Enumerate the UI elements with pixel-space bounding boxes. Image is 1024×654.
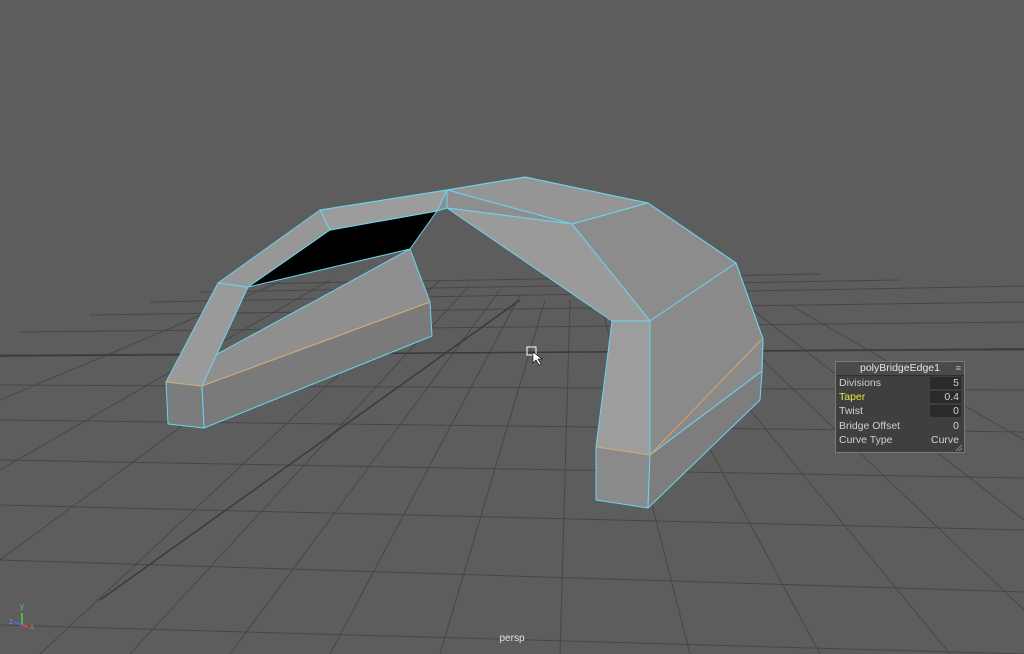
resize-handle-icon[interactable] (956, 445, 962, 451)
attr-row-divisions[interactable]: Divisions 5 (836, 376, 964, 390)
attr-label: Taper (839, 391, 866, 404)
attr-value-field[interactable]: 0 (953, 420, 961, 432)
select-cursor-icon (526, 346, 543, 366)
attr-row-curve-type[interactable]: Curve Type Curve (836, 433, 964, 447)
attr-value-field[interactable]: 5 (930, 377, 961, 389)
attr-row-bridge-offset[interactable]: Bridge Offset 0 (836, 419, 964, 433)
camera-name-label: persp (499, 633, 525, 644)
attr-dropdown[interactable]: Curve (931, 434, 961, 446)
maya-viewport[interactable]: y z x polyBridgeEdge1 ≡ Divisions 5 Tape… (0, 0, 1024, 654)
scene-canvas[interactable] (0, 0, 1024, 654)
inview-editor-polybridgeedge[interactable]: polyBridgeEdge1 ≡ Divisions 5 Taper 0.4 … (835, 361, 965, 453)
attr-label: Curve Type (839, 433, 893, 446)
attr-row-twist[interactable]: Twist 0 (836, 404, 964, 418)
attr-label: Divisions (839, 377, 882, 389)
inview-editor-title-text: polyBridgeEdge1 (860, 362, 940, 374)
attr-value-field[interactable]: 0 (930, 405, 961, 418)
attr-label: Twist (839, 405, 863, 418)
attr-row-taper[interactable]: Taper 0.4 (836, 390, 964, 404)
axis-label-z: z (9, 617, 13, 626)
menu-icon[interactable]: ≡ (956, 362, 961, 375)
inview-editor-title[interactable]: polyBridgeEdge1 ≡ (836, 362, 964, 376)
ground-grid (0, 273, 1024, 654)
axis-label-y: y (20, 602, 24, 611)
attr-value-field[interactable]: 0.4 (930, 391, 961, 404)
bridge-mesh[interactable] (165, 176, 764, 509)
axis-gizmo (13, 613, 30, 628)
axis-label-x: x (30, 622, 34, 631)
attr-label: Bridge Offset (839, 419, 901, 432)
